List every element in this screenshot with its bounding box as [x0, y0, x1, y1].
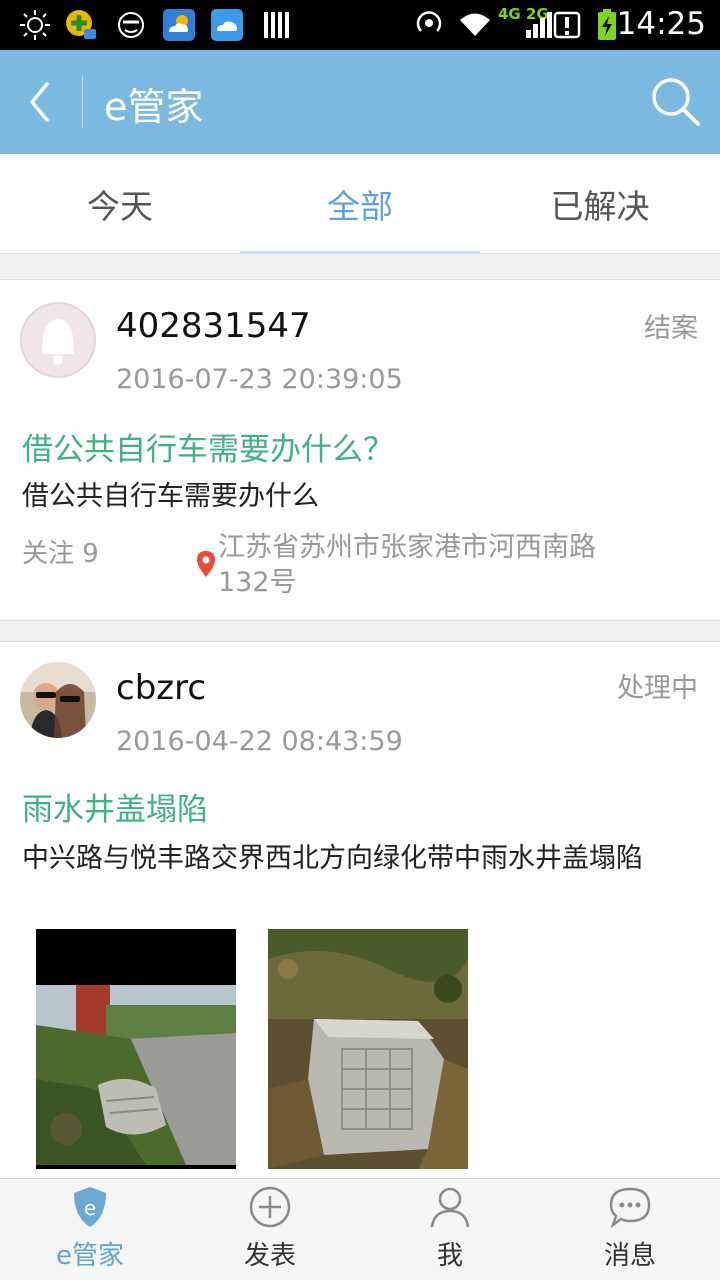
nav-label: e管家	[56, 1241, 124, 1271]
nav-item-post[interactable]: 发表	[180, 1179, 360, 1280]
action-bar-divider	[82, 76, 83, 128]
post-datetime: 2016-07-23 20:39:05	[116, 364, 403, 395]
action-bar: e管家	[0, 50, 720, 154]
nav-item-me[interactable]: 我	[360, 1179, 540, 1280]
status-bar: 4G 2G 14:25	[0, 0, 720, 50]
status-badge: 结案	[644, 313, 698, 344]
nav-label: 我	[436, 1241, 463, 1271]
bottom-nav: e e管家 发表 我 消息	[0, 1178, 720, 1280]
avatar[interactable]	[20, 662, 96, 738]
status-badge: 处理中	[617, 673, 698, 704]
post-description: 借公共自行车需要办什么	[22, 481, 319, 512]
nav-label: 发表	[243, 1241, 296, 1271]
post-photo[interactable]	[36, 929, 236, 1169]
face-icon	[118, 12, 144, 38]
post-card[interactable]: 402831547 2016-07-23 20:39:05 结案 借公共自行车需…	[0, 279, 720, 621]
back-button[interactable]	[14, 72, 74, 132]
chat-bubble-icon	[609, 1187, 651, 1229]
search-button[interactable]	[648, 74, 704, 130]
nav-item-e-manager[interactable]: e e管家	[0, 1179, 180, 1280]
follow-count[interactable]: 关注 9	[22, 533, 99, 570]
post-title[interactable]: 借公共自行车需要办什么？	[22, 424, 394, 469]
post-card[interactable]: cbzrc 2016-04-22 08:43:59 处理中 雨水井盖塌陷 中兴路…	[0, 641, 720, 1201]
location-pin-icon	[197, 551, 215, 577]
tab-resolved[interactable]: 已解决	[480, 154, 720, 254]
barcode-icon	[264, 12, 289, 38]
post-title[interactable]: 雨水井盖塌陷	[22, 784, 208, 829]
tab-bar: 今天 全部 已解决	[0, 154, 720, 254]
person-icon	[430, 1187, 470, 1228]
manhole-photo-2	[268, 929, 468, 1169]
default-avatar-icon	[20, 302, 96, 378]
manhole-photo-1	[36, 929, 236, 1169]
user-photo-avatar-icon	[20, 662, 96, 738]
username: 402831547	[116, 306, 311, 346]
page-title: e管家	[104, 85, 204, 129]
weather-icon	[163, 9, 195, 41]
post-location: 江苏省苏州市张家港市河西南路132号	[218, 532, 596, 598]
nav-label: 消息	[603, 1241, 656, 1271]
cloud-app-icon	[211, 9, 243, 41]
post-datetime: 2016-04-22 08:43:59	[116, 726, 403, 757]
tab-all[interactable]: 全部	[240, 154, 480, 254]
post-photo[interactable]	[268, 929, 468, 1169]
plus-circle-icon	[249, 1186, 291, 1228]
app-notification-icon	[66, 10, 96, 39]
wifi-icon	[460, 13, 490, 36]
tab-today[interactable]: 今天	[0, 154, 240, 254]
nav-item-messages[interactable]: 消息	[540, 1179, 720, 1280]
alert-icon	[553, 11, 581, 39]
username: cbzrc	[116, 668, 207, 708]
shield-e-icon: e	[74, 1187, 106, 1227]
avatar[interactable]	[20, 302, 96, 378]
hotspot-icon	[416, 11, 442, 32]
clock: 14:25	[616, 6, 706, 42]
svg-text:e: e	[84, 1196, 96, 1220]
brightness-icon	[20, 10, 50, 40]
post-description: 中兴路与悦丰路交界西北方向绿化带中雨水井盖塌陷	[22, 843, 643, 874]
